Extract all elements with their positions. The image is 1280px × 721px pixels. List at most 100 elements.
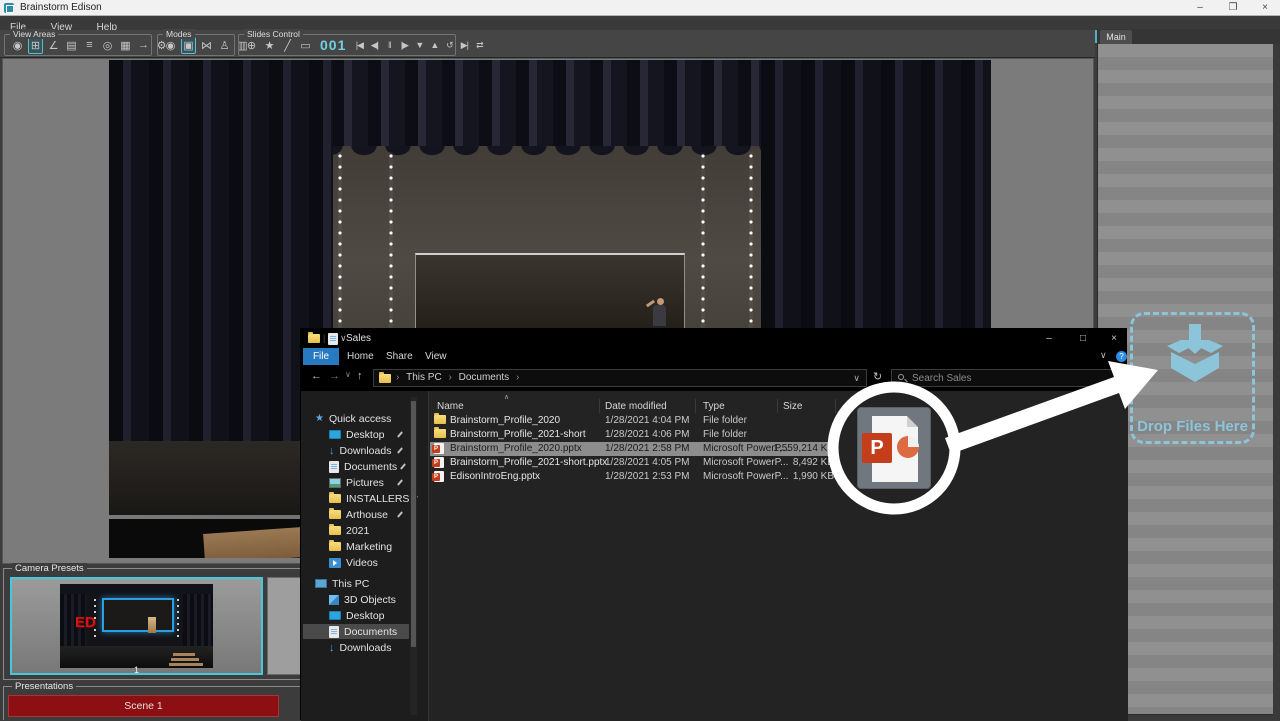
panel-right-edge [1273, 44, 1280, 720]
wand-tool-icon[interactable]: ★ [262, 37, 277, 54]
step-back-icon[interactable]: ◀| [368, 37, 380, 54]
minimize-button[interactable]: – [1185, 0, 1215, 15]
grid-window-icon[interactable]: ▦ [118, 37, 133, 54]
address-dropdown-chevron-icon[interactable]: ∨ [853, 370, 860, 386]
down-icon[interactable]: ▼ [413, 37, 425, 54]
pause-icon[interactable]: ‖ [383, 37, 395, 54]
tab-main[interactable]: Main [1100, 30, 1132, 44]
tab-share[interactable]: Share [386, 348, 413, 365]
sidebar-item-installers[interactable]: INSTALLERS [303, 491, 409, 506]
table-row-pptx-2020-selected[interactable]: Brainstorm_Profile_2020.pptx 1/28/2021 2… [430, 442, 836, 456]
play-slide-icon[interactable]: ▶| [458, 37, 470, 54]
sidebar-item-downloads-pc[interactable]: ↓ Downloads [303, 640, 409, 655]
list-view-icon[interactable]: ≡ [82, 37, 97, 54]
sidebar-item-this-pc[interactable]: This PC [303, 576, 409, 591]
table-row-folder-2021-short[interactable]: Brainstorm_Profile_2021-short 1/28/2021 … [430, 428, 836, 442]
help-icon[interactable]: ? [1116, 351, 1127, 362]
drop-files-icon [1163, 324, 1227, 386]
table-row-pptx-2021-short[interactable]: Brainstorm_Profile_2021-short.pptx 1/28/… [430, 456, 836, 470]
quick-access-properties-icon[interactable] [328, 333, 338, 345]
column-name[interactable]: Name [437, 401, 464, 412]
sidebar-item-3d-objects[interactable]: 3D Objects [303, 592, 409, 607]
table-row-folder-2020[interactable]: Brainstorm_Profile_2020 1/28/2021 4:04 P… [430, 414, 836, 428]
sidebar-item-quick-access[interactable]: ★ Quick access [303, 411, 409, 426]
explorer-maximize-button[interactable]: □ [1067, 329, 1099, 348]
step-forward-icon[interactable]: |▶ [398, 37, 410, 54]
shutter-view-icon[interactable]: ◎ [100, 37, 115, 54]
panel-splitter[interactable] [1095, 30, 1097, 43]
breadcrumb-documents[interactable]: Documents [459, 372, 510, 383]
sidebar-scrollbar-thumb[interactable] [411, 401, 416, 647]
table-row-edison-intro[interactable]: EdisonIntroEng.pptx 1/28/2021 2:53 PM Mi… [430, 470, 836, 484]
explorer-close-button[interactable]: × [1098, 329, 1130, 348]
frame-tool-icon[interactable]: ▭ [298, 37, 313, 54]
arrow-circle-icon[interactable]: → [136, 37, 151, 54]
sidebar-item-arthouse[interactable]: Arthouse [303, 507, 409, 522]
column-divider[interactable] [777, 399, 778, 413]
camera-presets-label: Camera Presets [12, 563, 87, 574]
explorer-minimize-button[interactable]: – [1033, 329, 1065, 348]
camera-preset-1[interactable]: ED 1 [10, 577, 263, 675]
drop-files-zone[interactable]: Drop Files Here [1130, 312, 1255, 444]
character-mode-icon[interactable]: ♙ [217, 37, 232, 54]
column-size[interactable]: Size [783, 401, 802, 412]
camera-view-icon[interactable]: ◉ [10, 37, 25, 54]
refresh-icon[interactable]: ↻ [873, 370, 882, 383]
loop-icon[interactable]: ⇄ [473, 37, 485, 54]
zoom-tool-icon[interactable]: ⊕ [244, 37, 259, 54]
up-icon[interactable]: ▲ [428, 37, 440, 54]
breadcrumb-this-pc[interactable]: This PC [406, 372, 442, 383]
column-date-modified[interactable]: Date modified [605, 401, 667, 412]
search-box[interactable] [891, 369, 1126, 387]
ribbon-collapse-chevron-icon[interactable]: ∨ [1100, 350, 1107, 361]
sidebar-item-pictures[interactable]: Pictures [303, 475, 409, 490]
tab-view[interactable]: View [425, 348, 447, 365]
pointer-mode-icon[interactable]: ◉ [163, 37, 178, 54]
go-first-icon[interactable]: |◀ [353, 37, 365, 54]
sidebar-item-marketing[interactable]: Marketing [303, 539, 409, 554]
sidebar-scrollbar[interactable] [410, 397, 417, 715]
tab-file[interactable]: File [303, 348, 339, 365]
back-icon[interactable]: ← [311, 370, 322, 382]
tab-home[interactable]: Home [347, 348, 374, 365]
powerpoint-p-badge: P [862, 433, 892, 463]
3d-objects-icon [329, 595, 339, 605]
thumb-screen [102, 598, 174, 632]
reset-icon[interactable]: ↺ [443, 37, 455, 54]
quad-view-icon[interactable]: ⊞ [28, 37, 43, 54]
screen-mode-icon[interactable]: ▣ [181, 37, 196, 54]
downloads-icon: ↓ [329, 446, 335, 456]
up-icon[interactable]: ↑ [357, 370, 363, 382]
search-icon [898, 374, 904, 380]
presentations-label: Presentations [12, 681, 76, 692]
close-button[interactable]: × [1250, 0, 1280, 15]
explorer-ribbon-tabs: File Home Share View ∨ ? [301, 348, 1126, 365]
sidebar-item-desktop[interactable]: Desktop [303, 427, 409, 442]
pen-tool-icon[interactable]: ╱ [280, 37, 295, 54]
slides-control-label: Slides Control [244, 29, 303, 39]
sidebar-item-documents-pc[interactable]: Documents [303, 624, 409, 639]
ruler-tool-icon[interactable]: ▤ [64, 37, 79, 54]
sidebar-item-documents[interactable]: Documents [303, 459, 409, 474]
transition-mode-icon[interactable]: ⋈ [199, 37, 214, 54]
address-bar[interactable]: › This PC › Documents › ∨ [373, 369, 867, 387]
folder-icon [434, 415, 446, 424]
desktop-icon [329, 611, 341, 620]
sidebar-item-downloads[interactable]: ↓ Downloads [303, 443, 409, 458]
search-input[interactable] [912, 370, 1112, 386]
explorer-window-title: Sales [346, 333, 371, 344]
camera-preset-thumbnail: ED [60, 584, 213, 668]
sidebar-item-2021[interactable]: 2021 [303, 523, 409, 538]
recent-locations-chevron-icon[interactable]: ∨ [345, 370, 351, 379]
column-divider[interactable] [599, 399, 600, 413]
angle-tool-icon[interactable]: ∠ [46, 37, 61, 54]
sidebar-item-videos[interactable]: Videos [303, 555, 409, 570]
address-folder-icon [379, 374, 391, 383]
forward-icon[interactable]: → [329, 370, 340, 382]
column-divider[interactable] [695, 399, 696, 413]
column-divider[interactable] [835, 399, 836, 413]
scene-1-button[interactable]: Scene 1 [8, 695, 279, 717]
maximize-button[interactable]: ❐ [1218, 0, 1248, 15]
column-type[interactable]: Type [703, 401, 725, 412]
sidebar-item-desktop-pc[interactable]: Desktop [303, 608, 409, 623]
